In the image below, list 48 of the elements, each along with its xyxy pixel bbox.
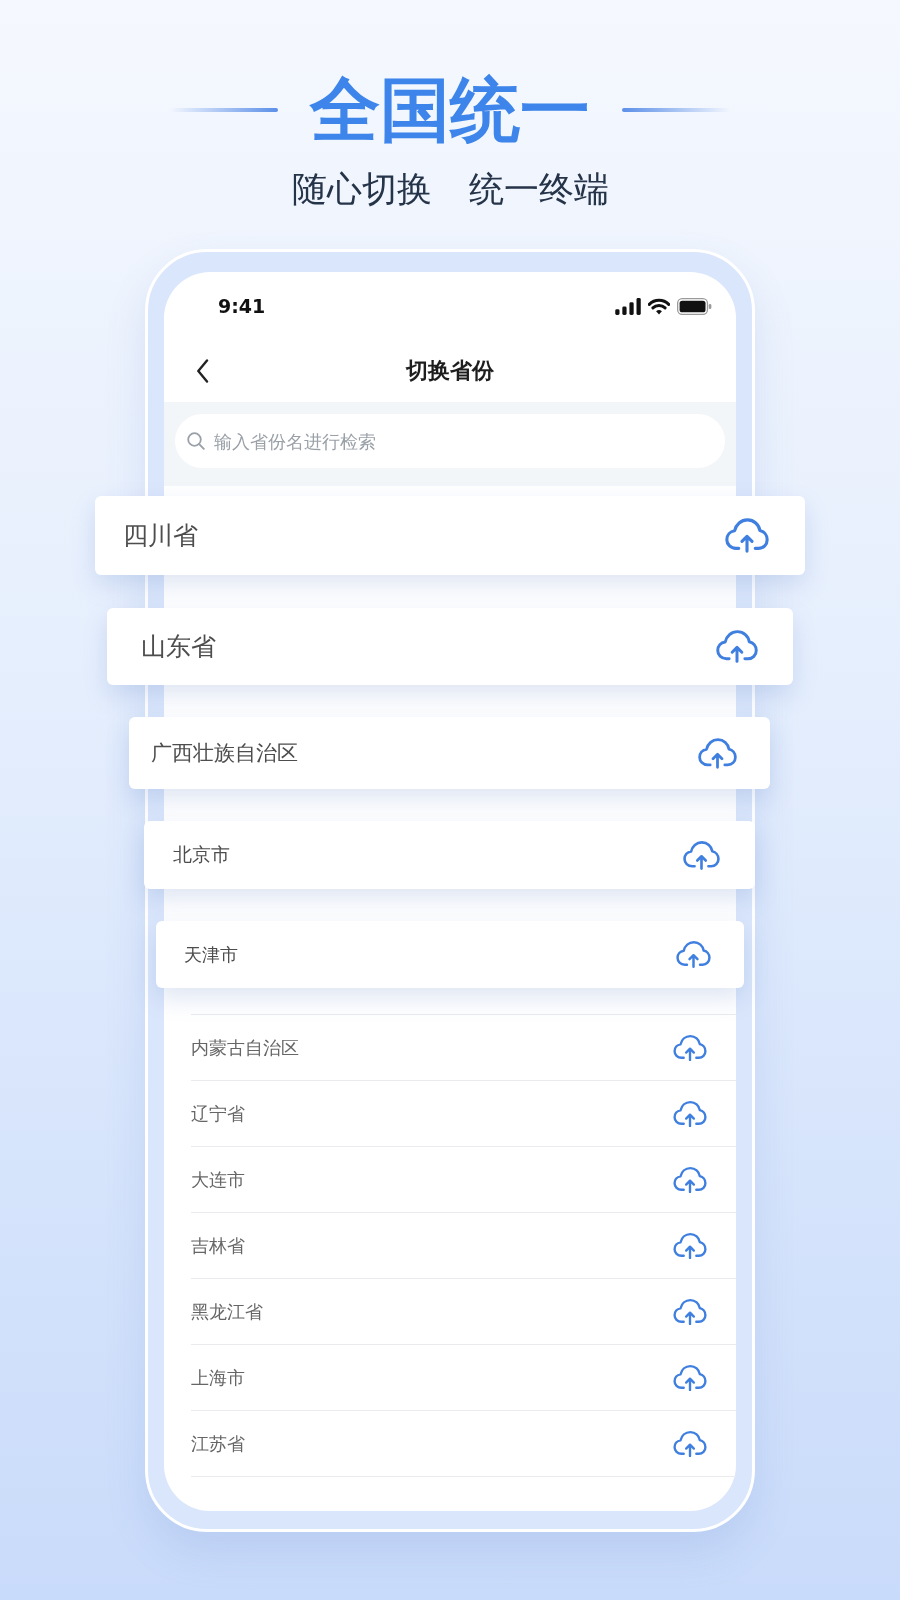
cloud-upload-icon [716,629,758,664]
page-title: 切换省份 [406,357,494,385]
subtitle: 随心切换 [291,171,432,207]
province-name: 内蒙古自治区 [191,1035,299,1060]
cloud-upload-icon [673,1033,707,1062]
province-name: 天津市 [184,942,238,967]
province-row[interactable]: 上海市 [191,1345,736,1411]
cloud-upload-icon [673,1231,707,1260]
province-card[interactable]: 天津市 [156,921,744,988]
province-row[interactable]: 辽宁省 [191,1081,736,1147]
cloud-upload-icon [725,517,769,554]
province-row[interactable]: 黑龙江省 [191,1279,736,1345]
province-card[interactable]: 山东省 [107,608,793,685]
wifi-icon [648,297,670,315]
province-name: 四川省 [123,520,198,552]
province-name: 上海市 [191,1365,245,1390]
province-name: 广西壮族自治区 [151,740,298,767]
search-icon [187,432,205,450]
province-row[interactable]: 江苏省 [191,1411,736,1477]
province-row[interactable]: 内蒙古自治区 [191,1015,736,1081]
cloud-upload-icon [673,1165,707,1194]
cloud-upload-icon [673,1297,707,1326]
province-card[interactable]: 北京市 [144,821,755,889]
province-name: 吉林省 [191,1233,245,1258]
province-name: 大连市 [191,1167,245,1192]
province-row[interactable]: 大连市 [191,1147,736,1213]
signal-icon [615,297,641,315]
cloud-upload-icon [683,839,720,871]
chevron-left-icon [196,359,209,383]
province-card[interactable]: 四川省 [95,496,805,575]
cloud-upload-icon [673,1429,707,1458]
headline: 全国统一 [310,75,590,145]
cloud-upload-icon [676,940,711,969]
battery-icon [677,297,712,315]
province-name: 江苏省 [191,1431,245,1456]
province-row[interactable]: 吉林省 [191,1213,736,1279]
province-card[interactable]: 广西壮族自治区 [129,717,770,789]
status-time: 9:41 [218,295,266,317]
province-name: 黑龙江省 [191,1299,263,1324]
province-name: 山东省 [141,631,216,663]
province-name: 辽宁省 [191,1101,245,1126]
cloud-upload-icon [698,736,737,770]
cloud-upload-icon [673,1099,707,1128]
search-field[interactable]: 输入省份名进行检索 [175,414,725,468]
cloud-upload-icon [673,1363,707,1392]
province-name: 北京市 [173,842,230,867]
subtitle: 统一终端 [468,171,609,207]
back-button[interactable] [194,357,211,385]
